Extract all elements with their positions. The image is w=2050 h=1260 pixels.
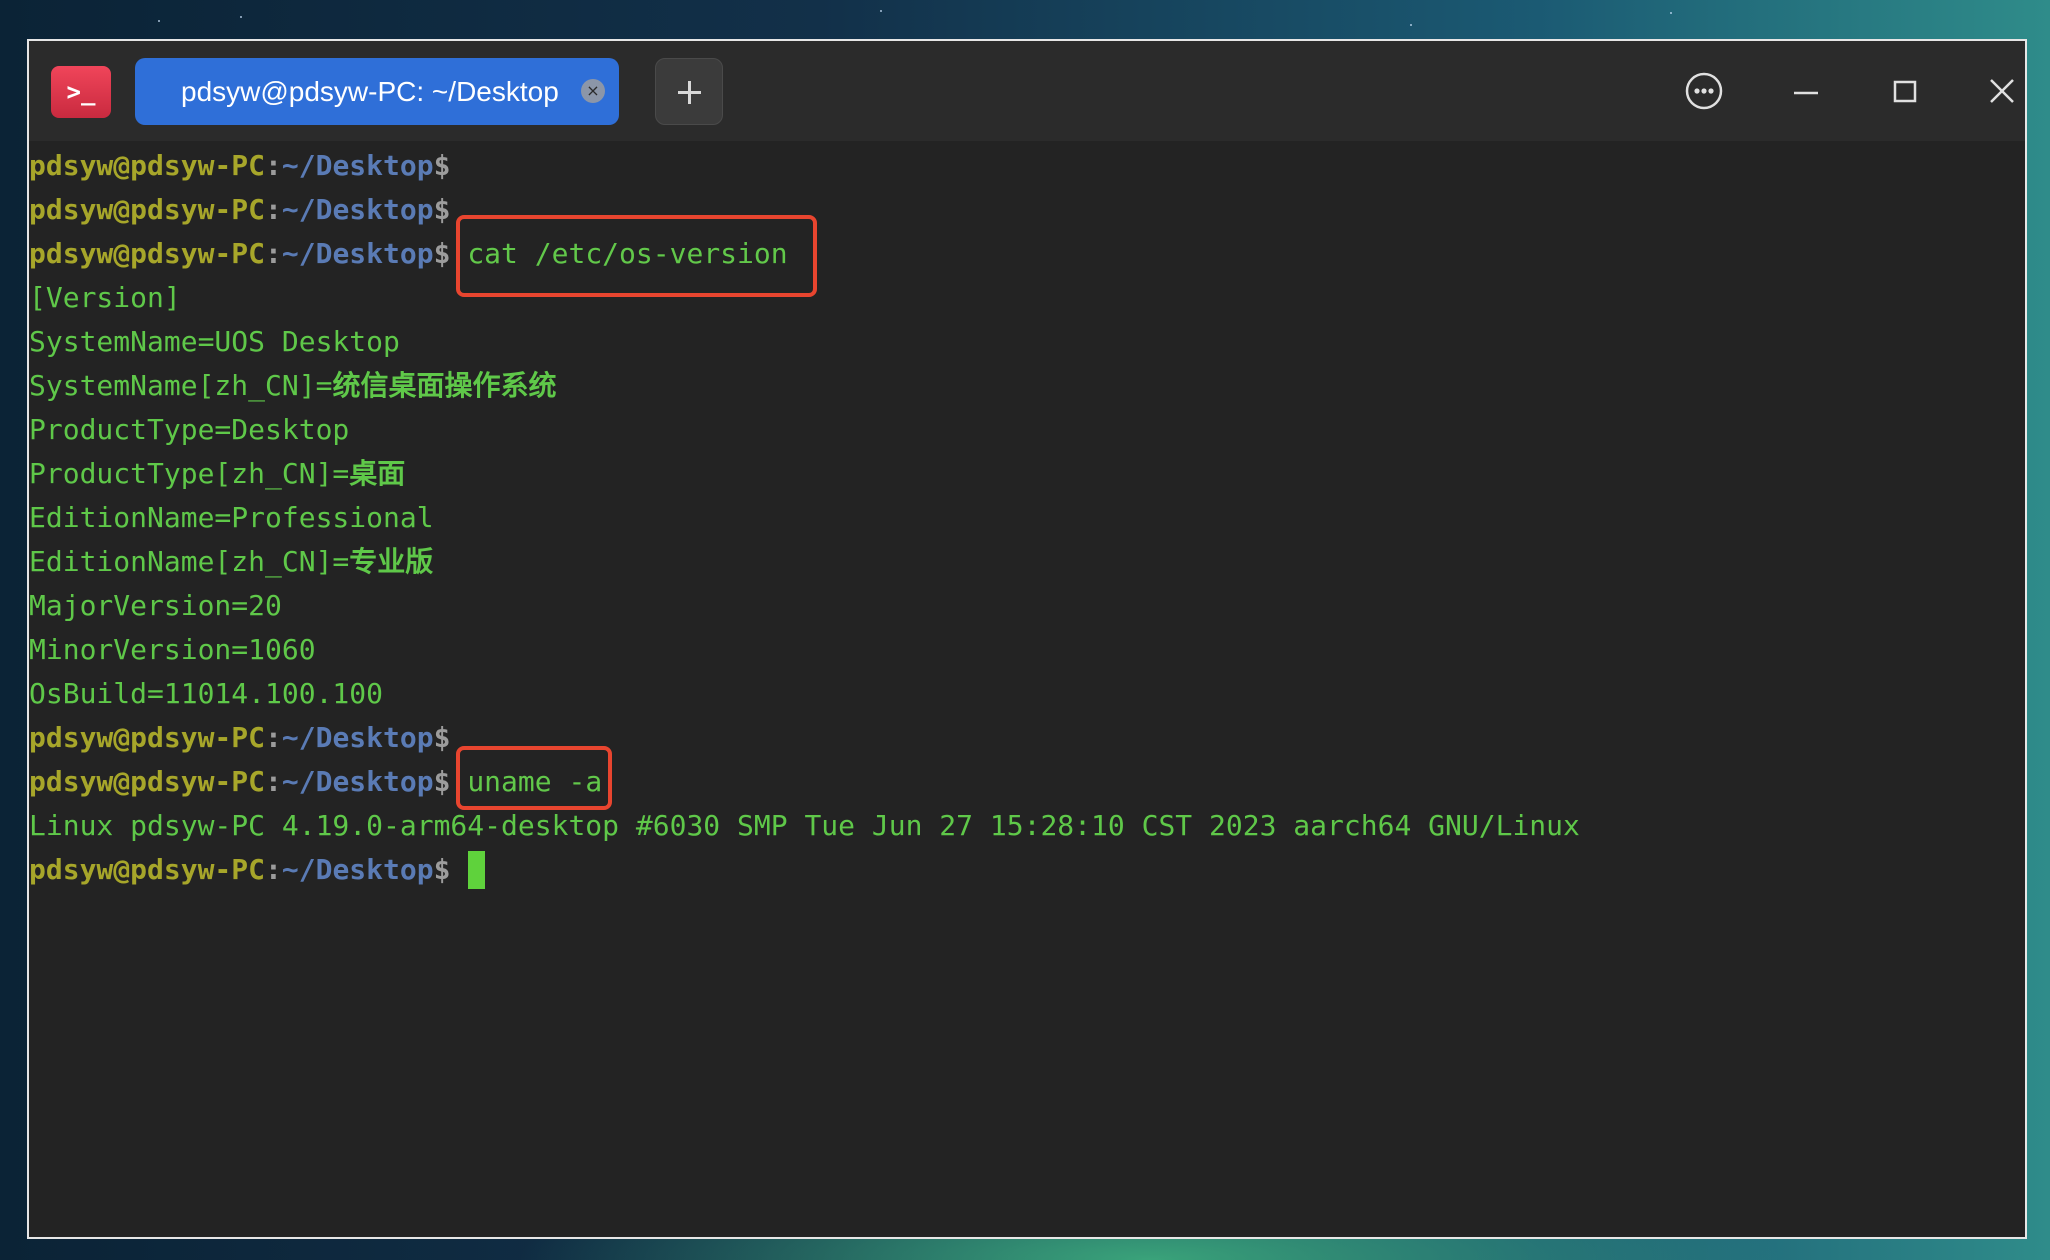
title-bar: >_ pdsyw@pdsyw-PC: ~/Desktop × — [29, 41, 2025, 141]
output-line: MajorVersion=20 — [29, 584, 282, 628]
prompt-colon: : — [265, 721, 282, 754]
prompt-line: pdsyw@pdsyw-PC:~/Desktop$ uname -a — [29, 760, 602, 804]
minimize-icon — [1794, 91, 1818, 95]
prompt-colon: : — [265, 765, 282, 798]
close-icon[interactable]: × — [581, 79, 605, 103]
close-window-button[interactable] — [1977, 66, 2025, 116]
tab-label: pdsyw@pdsyw-PC: ~/Desktop — [181, 76, 559, 107]
output-line: OsBuild=11014.100.100 — [29, 672, 383, 716]
prompt-dollar: $ — [433, 765, 451, 798]
menu-button[interactable] — [1679, 66, 1729, 116]
prompt-colon: : — [265, 149, 282, 182]
maximize-icon — [1893, 80, 1917, 103]
output-text: SystemName[zh_CN]= — [29, 369, 333, 402]
terminal-app-icon[interactable]: >_ — [51, 66, 111, 118]
prompt-path: ~/Desktop — [281, 765, 434, 798]
prompt-user-host: pdsyw@pdsyw-PC — [29, 721, 266, 754]
output-text: MajorVersion=20 — [29, 589, 282, 622]
output-text: EditionName[zh_CN]= — [29, 545, 350, 578]
prompt-dollar: $ — [433, 193, 451, 226]
output-line: ProductType[zh_CN]=桌面 — [29, 452, 405, 496]
maximize-button[interactable] — [1880, 66, 1930, 116]
output-line: MinorVersion=1060 — [29, 628, 316, 672]
prompt-colon: : — [265, 853, 282, 886]
output-text: ProductType=Desktop — [29, 413, 350, 446]
prompt-line: pdsyw@pdsyw-PC:~/Desktop$ — [29, 848, 467, 892]
output-line: EditionName[zh_CN]=专业版 — [29, 540, 433, 584]
output-text: [Version] — [29, 281, 181, 314]
prompt-line: pdsyw@pdsyw-PC:~/Desktop$ — [29, 716, 467, 760]
output-text: MinorVersion=1060 — [29, 633, 316, 666]
output-line: [Version] — [29, 276, 181, 320]
prompt-dollar: $ — [433, 853, 451, 886]
output-line: SystemName=UOS Desktop — [29, 320, 400, 364]
prompt-dollar: $ — [433, 149, 451, 182]
prompt-line: pdsyw@pdsyw-PC:~/Desktop$ — [29, 144, 467, 188]
prompt-user-host: pdsyw@pdsyw-PC — [29, 237, 266, 270]
output-line: EditionName=Professional — [29, 496, 434, 540]
prompt-path: ~/Desktop — [281, 237, 434, 270]
prompt-user-host: pdsyw@pdsyw-PC — [29, 853, 266, 886]
close-window-icon — [1990, 79, 2014, 103]
prompt-path: ~/Desktop — [281, 853, 434, 886]
new-tab-button[interactable] — [655, 58, 723, 125]
output-text-cjk: 桌面 — [349, 457, 406, 490]
output-line: ProductType=Desktop — [29, 408, 349, 452]
output-text-cjk: 统信桌面操作系统 — [332, 369, 557, 402]
minimize-button[interactable] — [1781, 66, 1831, 116]
prompt-user-host: pdsyw@pdsyw-PC — [29, 193, 266, 226]
prompt-dollar: $ — [433, 237, 451, 270]
output-text-cjk: 专业版 — [349, 545, 434, 578]
plus-icon — [678, 81, 701, 104]
output-text: EditionName=Professional — [29, 501, 434, 534]
prompt-path: ~/Desktop — [281, 193, 434, 226]
prompt-user-host: pdsyw@pdsyw-PC — [29, 765, 266, 798]
text-cursor — [468, 851, 486, 889]
tab-terminal[interactable]: pdsyw@pdsyw-PC: ~/Desktop × — [135, 58, 619, 125]
output-text: Linux pdsyw-PC 4.19.0-arm64-desktop #603… — [29, 809, 1580, 842]
prompt-colon: : — [265, 237, 282, 270]
terminal-window: >_ pdsyw@pdsyw-PC: ~/Desktop × pdsyw@pds… — [27, 39, 2027, 1239]
more-options-icon — [1685, 72, 1723, 110]
output-line: Linux pdsyw-PC 4.19.0-arm64-desktop #603… — [29, 804, 1580, 848]
prompt-dollar: $ — [433, 721, 451, 754]
command-text: cat /etc/os-version — [467, 237, 788, 270]
prompt-line: pdsyw@pdsyw-PC:~/Desktop$ cat /etc/os-ve… — [29, 232, 788, 276]
prompt-user-host: pdsyw@pdsyw-PC — [29, 149, 266, 182]
prompt-path: ~/Desktop — [281, 149, 434, 182]
prompt-path: ~/Desktop — [281, 721, 434, 754]
output-text: SystemName=UOS Desktop — [29, 325, 400, 358]
output-text: OsBuild=11014.100.100 — [29, 677, 384, 710]
output-text: ProductType[zh_CN]= — [29, 457, 350, 490]
command-text: uname -a — [467, 765, 603, 798]
output-line: SystemName[zh_CN]=统信桌面操作系统 — [29, 364, 556, 408]
prompt-line: pdsyw@pdsyw-PC:~/Desktop$ — [29, 188, 467, 232]
prompt-colon: : — [265, 193, 282, 226]
terminal-output-area[interactable]: pdsyw@pdsyw-PC:~/Desktop$ pdsyw@pdsyw-PC… — [29, 141, 2025, 1237]
